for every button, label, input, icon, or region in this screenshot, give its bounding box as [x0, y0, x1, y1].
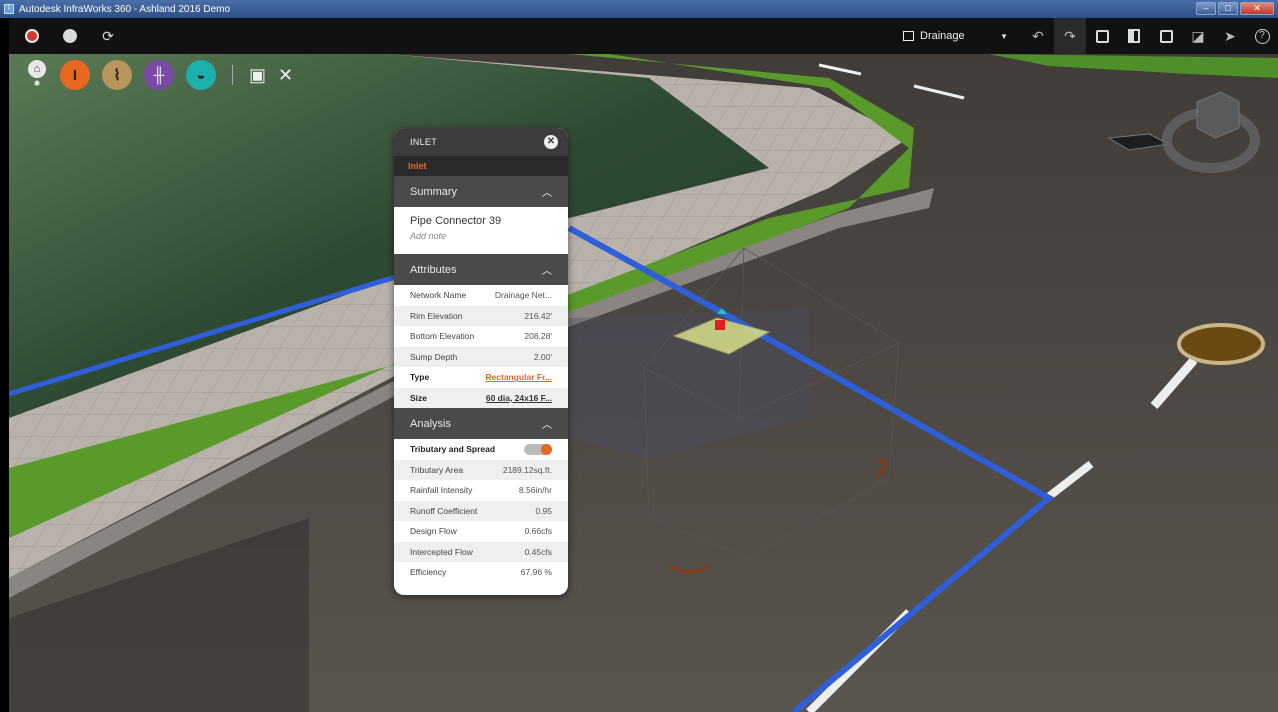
manhole-cover [1177, 323, 1265, 365]
analysis-value: 0.95 [535, 505, 552, 516]
analysis-list: Tributary and Spread Tributary Area 2189… [394, 439, 568, 583]
drainage-icon[interactable]: ◒ [186, 60, 216, 90]
analysis-row: Tributary Area 2189.12sq.ft. [394, 459, 568, 480]
infraworks-window: I Autodesk InfraWorks 360 - Ashland 2016… [0, 0, 1278, 712]
type-link[interactable]: Rectangular Fr... [485, 372, 552, 382]
attribute-row: Size 60 dia, 24x16 F... [394, 387, 568, 408]
record-icon[interactable] [23, 27, 41, 45]
sync-icon[interactable]: ⟳ [99, 27, 117, 45]
attribute-value[interactable]: Drainage Net... [495, 290, 552, 300]
measure-icon[interactable]: ◪ [1182, 18, 1214, 54]
app-icon: I [4, 4, 14, 14]
analysis-section-header[interactable]: Analysis ︿ [394, 408, 568, 439]
attribute-value[interactable]: 2.00' [534, 352, 552, 362]
attribute-row: Bottom Elevation 208.28' [394, 326, 568, 347]
scene-canvas [9, 18, 1278, 712]
rail-icon[interactable]: ╫ [144, 60, 174, 90]
window-title: Autodesk InfraWorks 360 - Ashland 2016 D… [19, 3, 231, 15]
redo-icon[interactable]: ↷ [1054, 18, 1086, 54]
tool-palette: ⌂ ✱ I ⌇ ╫ ◒ ▣ ✕ [26, 60, 293, 90]
attribute-row: Network Name Drainage Net... [394, 285, 568, 306]
drainage-view-icon [903, 31, 914, 41]
section-title: Attributes [410, 263, 457, 276]
toggle-label: Tributary and Spread [410, 444, 496, 455]
home-icon: ⌂ [28, 60, 46, 78]
analysis-value: 2189.12sq.ft. [502, 464, 552, 475]
attribute-row: Sump Depth 2.00' [394, 346, 568, 367]
circle-icon[interactable] [61, 27, 79, 45]
inlet-properties-panel: INLET ✕ Inlet Summary ︿ Pipe Connector 3… [394, 128, 568, 595]
analysis-value: 0.45cfs [524, 546, 552, 557]
roads-icon[interactable]: I [60, 60, 90, 90]
bridge-icon[interactable]: ⌇ [102, 60, 132, 90]
analysis-label: Tributary Area [410, 464, 464, 475]
analysis-value: 0.66cfs [524, 526, 552, 537]
section-title: Analysis [410, 417, 451, 430]
attribute-label: Network Name [410, 290, 467, 301]
analysis-label: Runoff Coefficient [410, 505, 478, 516]
window-controls: – □ ✕ [1196, 2, 1274, 15]
analysis-row: Runoff Coefficient 0.95 [394, 500, 568, 521]
undo-icon[interactable]: ↶ [1022, 18, 1054, 54]
tributary-toggle[interactable] [524, 443, 552, 455]
chevron-down-icon: ▼ [1000, 31, 1008, 41]
add-note-link[interactable]: Add note [410, 231, 552, 241]
viewport-3d[interactable] [9, 18, 1278, 712]
analysis-row: Efficiency 67.96 % [394, 562, 568, 583]
tools-icon[interactable]: ✕ [278, 65, 293, 86]
select-icon[interactable]: ➤ [1214, 18, 1246, 54]
inlet-marker[interactable] [715, 320, 725, 330]
gear-icon: ✱ [33, 79, 41, 88]
help-icon[interactable]: ? [1246, 18, 1278, 54]
analysis-row: Rainfall Intensity 8.56in/hr [394, 480, 568, 501]
snapshot-icon[interactable] [1086, 18, 1118, 54]
analysis-row: Design Flow 0.66cfs [394, 521, 568, 542]
close-icon[interactable]: ✕ [544, 135, 558, 149]
attribute-label: Rim Elevation [410, 310, 463, 321]
chevron-up-icon[interactable]: ︿ [542, 416, 552, 431]
split-view-icon[interactable] [1118, 18, 1150, 54]
analysis-value: 8.56in/hr [518, 485, 552, 496]
summary-body: Pipe Connector 39 Add note [394, 207, 568, 254]
size-link[interactable]: 60 dia, 24x16 F... [486, 393, 552, 403]
attribute-value[interactable]: 216.42' [524, 311, 552, 321]
analysis-label: Rainfall Intensity [410, 485, 473, 496]
home-button[interactable]: ⌂ ✱ [26, 60, 48, 90]
minimize-button[interactable]: – [1196, 2, 1216, 15]
fullscreen-icon[interactable] [1150, 18, 1182, 54]
section-title: Summary [410, 185, 458, 198]
chevron-up-icon[interactable]: ︿ [542, 184, 552, 199]
attribute-value[interactable]: 208.28' [524, 331, 552, 341]
present-icon[interactable]: ▣ [249, 65, 266, 86]
attribute-label: Size [410, 392, 428, 403]
attribute-label: Bottom Elevation [410, 331, 475, 342]
attribute-label: Type [410, 372, 430, 383]
attribute-row: Rim Elevation 216.42' [394, 305, 568, 326]
analysis-value: 67.96 % [520, 567, 552, 578]
tributary-toggle-row: Tributary and Spread [394, 439, 568, 460]
attribute-label: Sump Depth [410, 351, 458, 362]
analysis-label: Intercepted Flow [410, 546, 473, 557]
feature-name[interactable]: Pipe Connector 39 [410, 215, 552, 227]
chevron-up-icon[interactable]: ︿ [542, 262, 552, 277]
viewcube[interactable] [1196, 91, 1240, 139]
panel-header: INLET ✕ [394, 128, 568, 156]
maximize-button[interactable]: □ [1218, 2, 1238, 15]
close-button[interactable]: ✕ [1240, 2, 1274, 15]
analysis-label: Design Flow [410, 526, 457, 537]
panel-title: INLET [410, 137, 438, 147]
top-toolbar: ⟳ Drainage ▼ ↶ ↷ ◪ ➤ ? [9, 18, 1278, 54]
window-titlebar: I Autodesk InfraWorks 360 - Ashland 2016… [0, 0, 1278, 18]
attributes-list: Network Name Drainage Net... Rim Elevati… [394, 285, 568, 408]
view-label: Drainage [920, 30, 965, 42]
analysis-row: Intercepted Flow 0.45cfs [394, 541, 568, 562]
panel-subtitle: Inlet [394, 156, 568, 176]
summary-section-header[interactable]: Summary ︿ [394, 176, 568, 207]
view-selector[interactable]: Drainage ▼ [903, 30, 1008, 42]
attributes-section-header[interactable]: Attributes ︿ [394, 254, 568, 285]
analysis-label: Efficiency [410, 567, 447, 578]
palette-divider [232, 65, 233, 85]
attribute-row: Type Rectangular Fr... [394, 367, 568, 388]
